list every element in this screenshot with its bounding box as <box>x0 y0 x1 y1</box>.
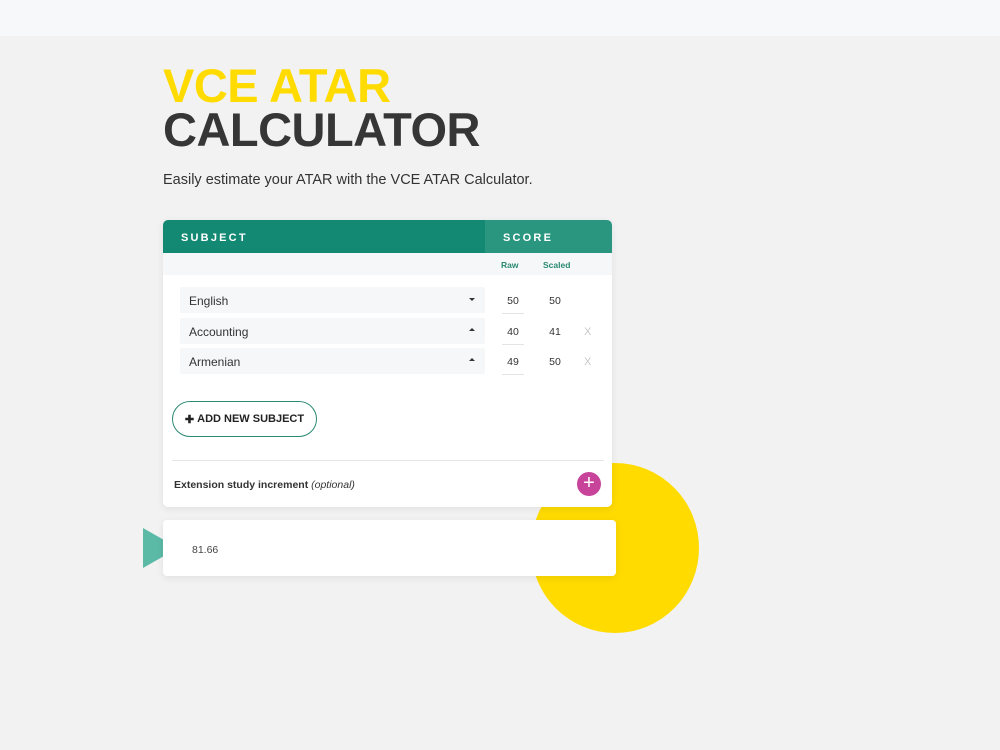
subject-select[interactable]: English <box>180 287 485 313</box>
add-subject-label: ADD NEW SUBJECT <box>197 413 305 425</box>
top-bar <box>0 0 1000 36</box>
remove-subject-button[interactable]: X <box>584 326 591 338</box>
subject-row: Accounting 40 41 X <box>180 318 600 345</box>
subject-select[interactable]: Armenian <box>180 348 485 374</box>
scaled-label: Scaled <box>543 260 571 270</box>
caret-down-icon <box>469 298 475 301</box>
plus-icon: ✚ <box>184 413 195 426</box>
table-header: SUBJECT SCORE <box>163 220 612 253</box>
calculator-card: SUBJECT SCORE Raw Scaled English 50 50 A… <box>163 220 612 507</box>
page-title-line2: CALCULATOR <box>163 103 481 156</box>
add-subject-button[interactable]: ✚ ADD NEW SUBJECT <box>172 401 317 437</box>
subject-row: English 50 50 <box>180 287 600 314</box>
page-subtitle: Easily estimate your ATAR with the VCE A… <box>163 172 533 188</box>
caret-up-icon <box>469 328 475 331</box>
extension-label-text: Extension study increment <box>174 479 309 491</box>
extension-study-label: Extension study increment (optional) <box>174 479 355 491</box>
subject-select-value: Accounting <box>189 325 249 339</box>
subject-select[interactable]: Accounting <box>180 318 485 344</box>
remove-subject-button[interactable]: X <box>584 356 591 368</box>
score-subheader: Raw Scaled <box>163 253 612 275</box>
scaled-score: 41 <box>549 326 561 338</box>
optional-tag: (optional) <box>311 479 355 491</box>
subject-row: Armenian 49 50 X <box>180 348 600 375</box>
subject-select-value: English <box>189 294 229 308</box>
raw-score-input[interactable]: 50 <box>502 287 524 314</box>
divider <box>172 460 604 461</box>
subject-select-value: Armenian <box>189 355 241 369</box>
raw-label: Raw <box>501 260 519 270</box>
caret-up-icon <box>469 358 475 361</box>
subject-column-header: SUBJECT <box>163 220 485 253</box>
atar-result-value: 81.66 <box>192 544 219 556</box>
atar-result-card: 81.66 <box>163 520 616 576</box>
scaled-score: 50 <box>549 295 561 307</box>
raw-score-input[interactable]: 49 <box>502 348 524 375</box>
score-column-header: SCORE <box>485 220 612 253</box>
scaled-score: 50 <box>549 356 561 368</box>
raw-score-input[interactable]: 40 <box>502 318 524 345</box>
add-extension-button[interactable]: + <box>577 472 601 496</box>
